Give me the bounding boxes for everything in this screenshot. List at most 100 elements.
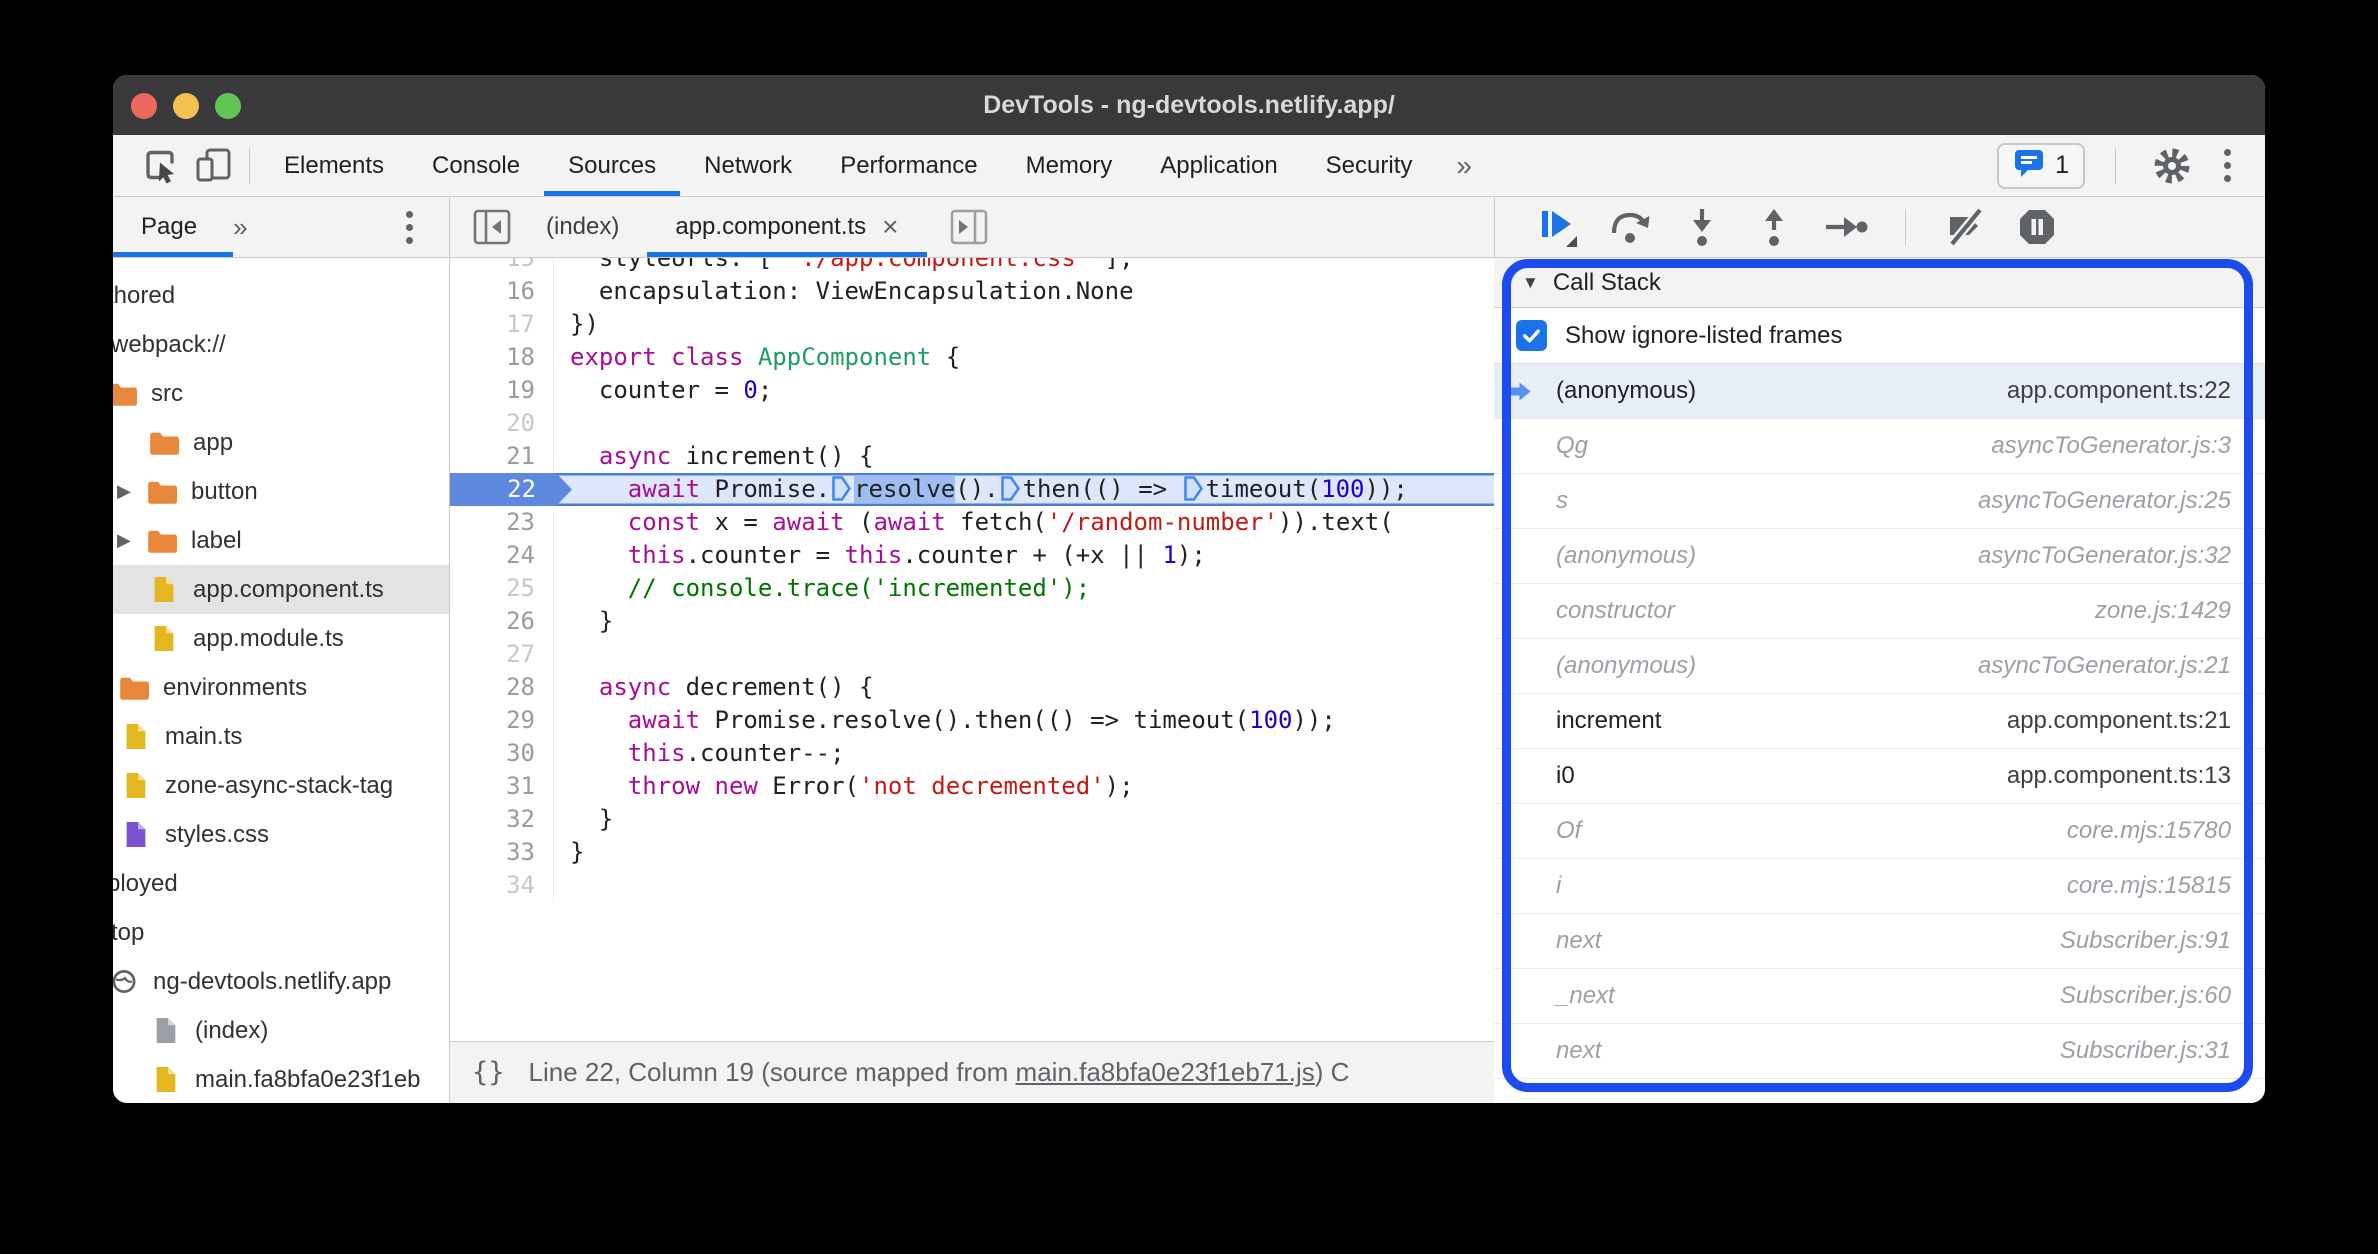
code-line[interactable]: 26 } [450,605,1494,638]
resume-script-icon[interactable] [1535,201,1581,253]
call-stack-frame[interactable]: i core.mjs:15815 [1494,859,2265,914]
line-number[interactable]: 17 [450,308,554,341]
inspect-element-icon[interactable] [135,140,187,192]
deactivate-breakpoints-icon[interactable] [1942,201,1988,253]
frame-location[interactable]: app.component.ts:22 [2007,377,2231,405]
frame-location[interactable]: zone.js:1429 [2095,597,2231,625]
step-into-icon[interactable] [1679,201,1725,253]
close-tab-icon[interactable]: × [882,211,898,243]
frame-location[interactable]: asyncToGenerator.js:3 [1991,432,2231,460]
tab-elements[interactable]: Elements [260,135,408,196]
code-line[interactable]: 28 async decrement() { [450,671,1494,704]
tab-application[interactable]: Application [1136,135,1301,196]
editor-tab[interactable]: (index) [518,197,647,257]
code-line[interactable]: 16 encapsulation: ViewEncapsulation.None [450,275,1494,308]
code-line[interactable]: 34 [450,869,1494,902]
code-line[interactable]: 21 async increment() { [450,440,1494,473]
tree-item[interactable]: app [113,418,449,467]
code-line[interactable]: 30 this.counter--; [450,737,1494,770]
frame-location[interactable]: core.mjs:15815 [2067,872,2231,900]
disclosure-arrow-icon[interactable]: ▶ [117,530,147,551]
step-out-icon[interactable] [1751,201,1797,253]
frame-location[interactable]: asyncToGenerator.js:21 [1978,652,2231,680]
editor-tab[interactable]: app.component.ts × [647,197,926,257]
frame-location[interactable]: Subscriber.js:91 [2060,927,2231,955]
tab-network[interactable]: Network [680,135,816,196]
line-number[interactable]: 20 [450,407,554,440]
frame-location[interactable]: Subscriber.js:31 [2060,1037,2231,1065]
code-line[interactable]: 18 export class AppComponent { [450,341,1494,374]
tree-item[interactable]: main.ts [113,712,449,761]
frame-location[interactable]: Subscriber.js:60 [2060,982,2231,1010]
line-number[interactable]: 19 [450,374,554,407]
tree-item[interactable]: thored [113,271,449,320]
line-number[interactable]: 31 [450,770,554,803]
tree-item[interactable]: app.module.ts [113,614,449,663]
call-stack-frame[interactable]: (anonymous) app.component.ts:22 [1494,364,2265,419]
settings-gear-icon[interactable] [2146,140,2198,192]
tab-console[interactable]: Console [408,135,544,196]
line-number[interactable]: 15 [450,258,554,275]
frame-location[interactable]: app.component.ts:21 [2007,707,2231,735]
source-map-link[interactable]: main.fa8bfa0e23f1eb71.js [1016,1057,1315,1087]
call-stack-frame[interactable]: next Subscriber.js:91 [1494,914,2265,969]
tree-item[interactable]: src [113,369,449,418]
collapse-navigator-icon[interactable] [466,201,518,253]
tab-performance[interactable]: Performance [816,135,1001,196]
tab-page[interactable]: Page [141,213,197,241]
frame-location[interactable]: asyncToGenerator.js:32 [1978,542,2231,570]
frame-location[interactable]: asyncToGenerator.js:25 [1978,487,2231,515]
pause-on-exceptions-icon[interactable] [2014,201,2060,253]
tree-item[interactable]: environments [113,663,449,712]
line-number[interactable]: 30 [450,737,554,770]
code-line[interactable]: 29 await Promise.resolve().then(() => ti… [450,704,1494,737]
code-line[interactable]: 19 counter = 0; [450,374,1494,407]
customize-devtools-kebab-icon[interactable] [2218,143,2237,188]
tree-item[interactable]: zone-async-stack-tag [113,761,449,810]
tab-security[interactable]: Security [1302,135,1437,196]
code-area[interactable]: 15 styleUrls: [ './app.component.css' ],… [450,258,1494,1041]
disclosure-arrow-icon[interactable]: ▶ [117,481,147,502]
close-window-button[interactable] [131,93,157,119]
call-stack-frame[interactable]: _next Subscriber.js:60 [1494,969,2265,1024]
step-over-icon[interactable] [1607,201,1653,253]
more-navigator-tabs-chevron[interactable]: » [233,212,247,243]
line-number[interactable]: 21 [450,440,554,473]
call-stack-frame[interactable]: (anonymous) asyncToGenerator.js:32 [1494,529,2265,584]
line-number[interactable]: 28 [450,671,554,704]
tree-item[interactable]: top [113,908,449,957]
more-panels-chevron[interactable]: » [1436,135,1492,196]
call-stack-frame[interactable]: Qg asyncToGenerator.js:3 [1494,419,2265,474]
checkbox-checked[interactable] [1516,320,1547,351]
line-number[interactable]: 18 [450,341,554,374]
code-line[interactable]: 33} [450,836,1494,869]
code-line[interactable]: 32 } [450,803,1494,836]
code-line[interactable]: 23 const x = await (await fetch('/random… [450,506,1494,539]
tab-sources[interactable]: Sources [544,135,680,196]
inline-breakpoint-marker-icon[interactable] [1000,476,1020,510]
line-number[interactable]: 33 [450,836,554,869]
code-line[interactable]: 15 styleUrls: [ './app.component.css' ], [450,258,1494,275]
tree-item[interactable]: (index) [113,1006,449,1055]
frame-location[interactable]: core.mjs:15780 [2067,817,2231,845]
call-stack-frame[interactable]: Of core.mjs:15780 [1494,804,2265,859]
execution-line[interactable]: 2222 await Promise.resolve().then(() => … [450,473,1494,506]
call-stack-section-header[interactable]: ▼ Call Stack [1494,258,2265,308]
tree-item[interactable]: app.component.ts [113,565,449,614]
zoom-window-button[interactable] [215,93,241,119]
line-number[interactable]: 34 [450,869,554,902]
line-number[interactable]: 27 [450,638,554,671]
frame-location[interactable]: app.component.ts:13 [2007,762,2231,790]
code-line[interactable]: 31 throw new Error('not decremented'); [450,770,1494,803]
line-number[interactable]: 32 [450,803,554,836]
tab-memory[interactable]: Memory [1002,135,1137,196]
call-stack-frame[interactable]: s asyncToGenerator.js:25 [1494,474,2265,529]
code-line[interactable]: 25 // console.trace('incremented'); [450,572,1494,605]
call-stack-frame[interactable]: increment app.component.ts:21 [1494,694,2265,749]
call-stack-frame[interactable]: (anonymous) asyncToGenerator.js:21 [1494,639,2265,694]
code-line[interactable]: 17}) [450,308,1494,341]
line-number[interactable]: 29 [450,704,554,737]
device-toolbar-icon[interactable] [187,140,239,192]
call-stack-frame[interactable]: i0 app.component.ts:13 [1494,749,2265,804]
tree-item[interactable]: ployed [113,859,449,908]
